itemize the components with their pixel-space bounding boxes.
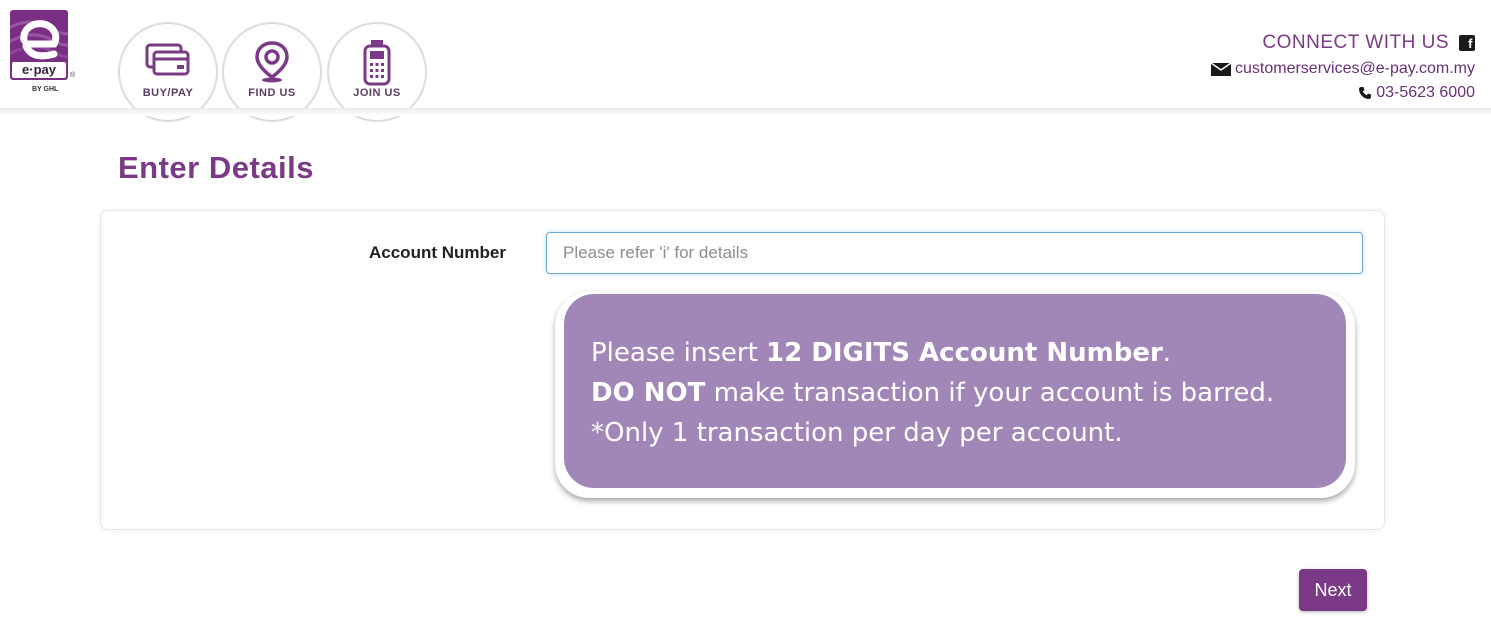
phone-icon [1358, 86, 1372, 100]
card-icon [120, 40, 216, 84]
logo-by-ghl: BY GHL [32, 86, 59, 93]
page-title: Enter Details [118, 150, 315, 185]
nav-label: BUY/PAY [142, 87, 194, 99]
terminal-icon [329, 40, 425, 86]
logo-pay-text: e·pay [12, 62, 66, 78]
info-line-1: Please insert 12 DIGITS Account Number. [591, 338, 1172, 368]
info-message: Please insert 12 DIGITS Account Number. … [591, 333, 1274, 453]
map-pin-icon [224, 40, 320, 84]
info-line-2: DO NOT make transaction if your account … [591, 378, 1275, 408]
account-number-input[interactable] [546, 232, 1363, 274]
contact-email[interactable]: customerservices@e-pay.com.my [1235, 60, 1475, 78]
nav-buy-pay[interactable]: BUY/PAY [118, 22, 218, 122]
registered-mark: ® [70, 72, 76, 79]
header-divider [0, 108, 1491, 116]
contact-panel: CONNECT WITH US f customerservices@e-pay… [1210, 32, 1475, 102]
connect-title: CONNECT WITH US [1262, 32, 1449, 53]
account-number-label: Account Number [369, 243, 506, 262]
nav-join-us[interactable]: JOIN US [327, 22, 427, 122]
contact-phone[interactable]: 03-5623 6000 [1376, 84, 1475, 102]
info-line-3: *Only 1 transaction per day per account. [591, 418, 1123, 448]
next-button[interactable]: Next [1299, 569, 1367, 611]
epay-logo[interactable]: e·pay ® BY GHL [10, 10, 76, 100]
nav-label: JOIN US [353, 87, 401, 99]
mail-icon [1210, 62, 1232, 76]
header: e·pay ® BY GHL BUY/PAY FIND US JOIN US C… [0, 0, 1491, 122]
nav-find-us[interactable]: FIND US [222, 22, 322, 122]
facebook-icon[interactable]: f [1459, 35, 1475, 51]
nav-label: FIND US [248, 87, 296, 99]
logo-badge: e·pay [10, 10, 68, 80]
